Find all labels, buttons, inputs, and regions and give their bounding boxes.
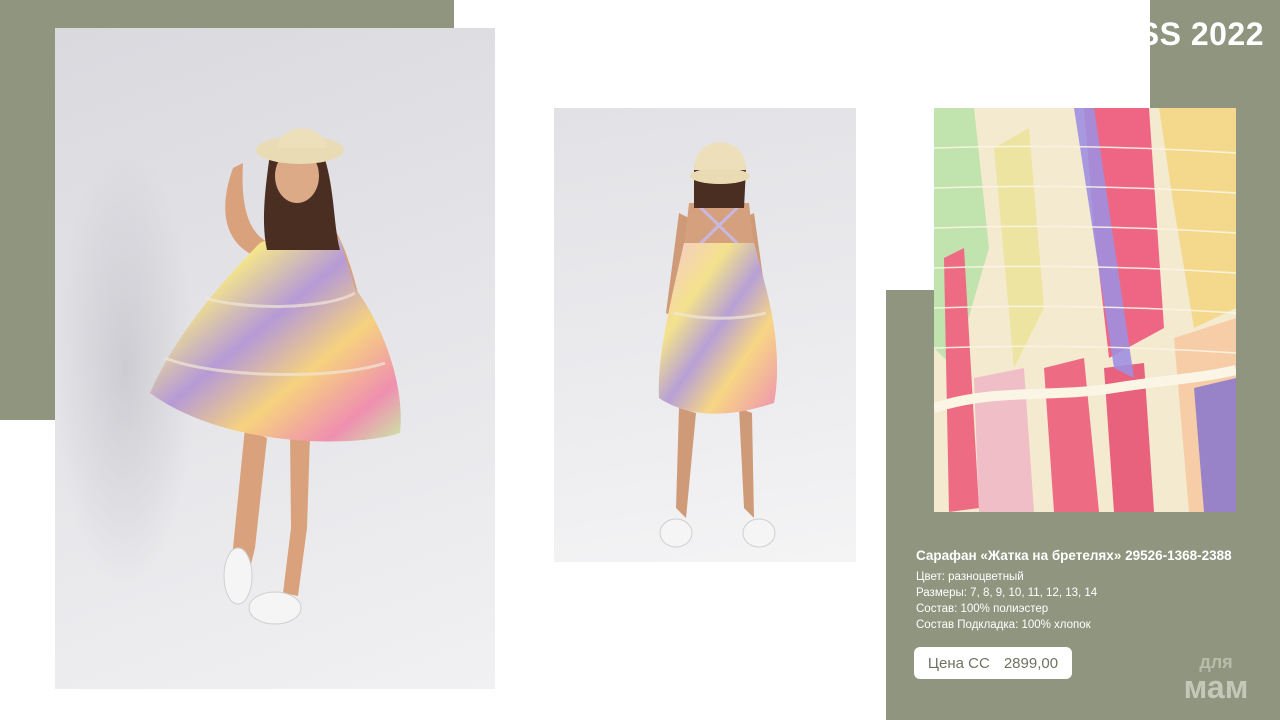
product-title: Сарафан «Жатка на бретелях» 29526-1368-2… xyxy=(916,548,1232,563)
product-composition: Состав: 100% полиэстер xyxy=(916,603,1049,615)
product-color: Цвет: разноцветный xyxy=(916,571,1024,583)
product-info: Сарафан «Жатка на бретелях» 29526-1368-2… xyxy=(916,548,1232,633)
logo-line2: мам xyxy=(1184,669,1249,704)
product-photo-front xyxy=(55,28,495,689)
brand-logo: для мам xyxy=(1166,650,1266,705)
product-lining: Состав Подкладка: 100% хлопок xyxy=(916,619,1091,631)
product-photo-back xyxy=(554,108,856,562)
price-label: Цена СС xyxy=(927,654,990,672)
price-value: 2899,00 xyxy=(1003,654,1059,672)
product-sizes: Размеры: 7, 8, 9, 10, 11, 12, 13, 14 xyxy=(916,587,1098,599)
price-box: Цена СС 2899,00 xyxy=(914,647,1072,679)
season-label: SS 2022 xyxy=(1137,16,1264,52)
product-photo-fabric-closeup xyxy=(934,108,1236,512)
